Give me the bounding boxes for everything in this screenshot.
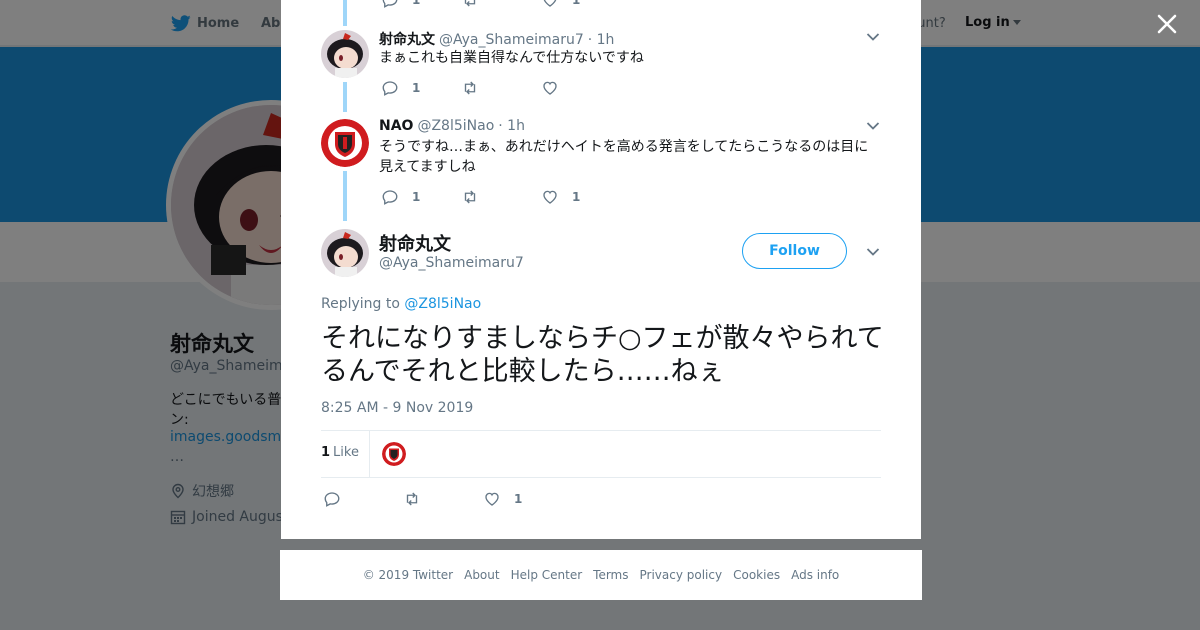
reply-icon	[382, 81, 398, 96]
thread-line	[343, 0, 347, 26]
retweet-icon	[464, 190, 476, 204]
thread-line	[343, 82, 347, 112]
like-count: 1	[514, 492, 523, 506]
footer-link-help-center[interactable]: Help Center	[511, 568, 583, 582]
tweet-text: そうですね…まぁ、あれだけヘイトを高める発言をしてたらこうなるのは目に見えてます…	[379, 139, 869, 175]
footer-link-cookies[interactable]: Cookies	[733, 568, 780, 582]
retweet-action[interactable]	[461, 0, 479, 10]
liker-avatar[interactable]	[382, 442, 406, 466]
heart-icon	[543, 0, 557, 7]
follow-button[interactable]: Follow	[742, 233, 847, 269]
tweet-avatar[interactable]	[321, 30, 369, 78]
modal-footer: © 2019 Twitter About Help Center Terms P…	[280, 550, 922, 600]
reply-icon	[382, 190, 398, 205]
replying-to-link[interactable]: @Z8l5iNao	[404, 296, 481, 312]
footer-link-privacy[interactable]: Privacy policy	[640, 568, 723, 582]
footer-link-ads-info[interactable]: Ads info	[791, 568, 839, 582]
chevron-down-icon[interactable]	[866, 32, 880, 42]
retweet-action[interactable]	[461, 78, 479, 98]
tweet-author-handle[interactable]: @Aya_Shameimaru7	[439, 32, 584, 48]
like-action[interactable]: 1	[541, 187, 580, 207]
main-tweet-author-name[interactable]: 射命丸文	[379, 230, 451, 256]
tweet-text: まぁこれも自業自得なんで仕方ないですね	[379, 50, 644, 66]
tweet-author-handle[interactable]: @Z8l5iNao	[417, 118, 494, 134]
heart-icon	[485, 492, 499, 506]
retweet-icon	[464, 0, 476, 7]
avatar-figure-icon	[321, 229, 369, 277]
replying-to-prefix: Replying to	[321, 296, 400, 312]
club-crest-icon	[382, 442, 406, 466]
chevron-down-icon[interactable]	[866, 121, 880, 131]
footer-link-terms[interactable]: Terms	[593, 568, 628, 582]
like-stat-label: Like	[333, 445, 359, 460]
heart-icon	[543, 81, 557, 95]
tweet-avatar[interactable]	[321, 119, 369, 167]
footer-copyright: © 2019 Twitter	[362, 568, 454, 582]
reply-count: 1	[412, 190, 421, 204]
footer-link-about[interactable]: About	[464, 568, 499, 582]
reply-action[interactable]	[323, 489, 354, 509]
like-action[interactable]	[541, 78, 559, 98]
retweet-icon	[406, 492, 418, 506]
main-tweet-avatar[interactable]	[321, 229, 369, 277]
tweet-stats: 1 Like	[321, 430, 881, 478]
thread-line	[343, 171, 347, 221]
main-tweet-author-handle[interactable]: @Aya_Shameimaru7	[379, 255, 524, 271]
close-icon[interactable]	[1155, 12, 1179, 36]
tweet-modal: 1 1 射命丸文 @Aya_Shameimaru7 · 1h まぁこれも自業自得なん…	[281, 0, 921, 539]
reply-count: 1	[412, 0, 421, 7]
tweet-timestamp[interactable]: · 1h	[498, 118, 525, 134]
reply-action[interactable]: 1	[381, 0, 420, 10]
tweet-header: NAO @Z8l5iNao · 1h	[379, 118, 525, 134]
retweet-icon	[464, 81, 476, 95]
tweet-author-name[interactable]: 射命丸文	[379, 32, 435, 48]
tweet-header: 射命丸文 @Aya_Shameimaru7 · 1h	[379, 29, 614, 49]
reply-action[interactable]: 1	[381, 78, 420, 98]
reply-action[interactable]: 1	[381, 187, 420, 207]
retweet-action[interactable]	[461, 187, 479, 207]
main-tweet-date[interactable]: 8:25 AM - 9 Nov 2019	[321, 400, 473, 416]
like-count: 1	[572, 190, 581, 204]
replying-to: Replying to @Z8l5iNao	[321, 296, 481, 312]
like-count: 1	[572, 0, 581, 7]
heart-icon	[543, 190, 557, 204]
chevron-down-icon[interactable]	[866, 247, 880, 257]
like-action[interactable]: 1	[541, 0, 580, 10]
stats-divider	[369, 431, 370, 478]
retweet-action[interactable]	[403, 489, 421, 509]
tweet-timestamp[interactable]: · 1h	[588, 32, 615, 48]
avatar-figure-icon	[321, 30, 369, 78]
reply-count: 1	[412, 81, 421, 95]
reply-icon	[382, 0, 398, 8]
like-stat-count: 1	[321, 445, 331, 460]
main-tweet-text: それになりすましならチ○フェが散々やられてるんでそれと比較したら……ねぇ	[321, 323, 884, 387]
like-stat[interactable]: 1 Like	[321, 445, 359, 460]
club-crest-icon	[321, 119, 369, 167]
reply-icon	[324, 492, 340, 507]
like-action[interactable]: 1	[483, 489, 522, 509]
tweet-author-name[interactable]: NAO	[379, 118, 413, 134]
